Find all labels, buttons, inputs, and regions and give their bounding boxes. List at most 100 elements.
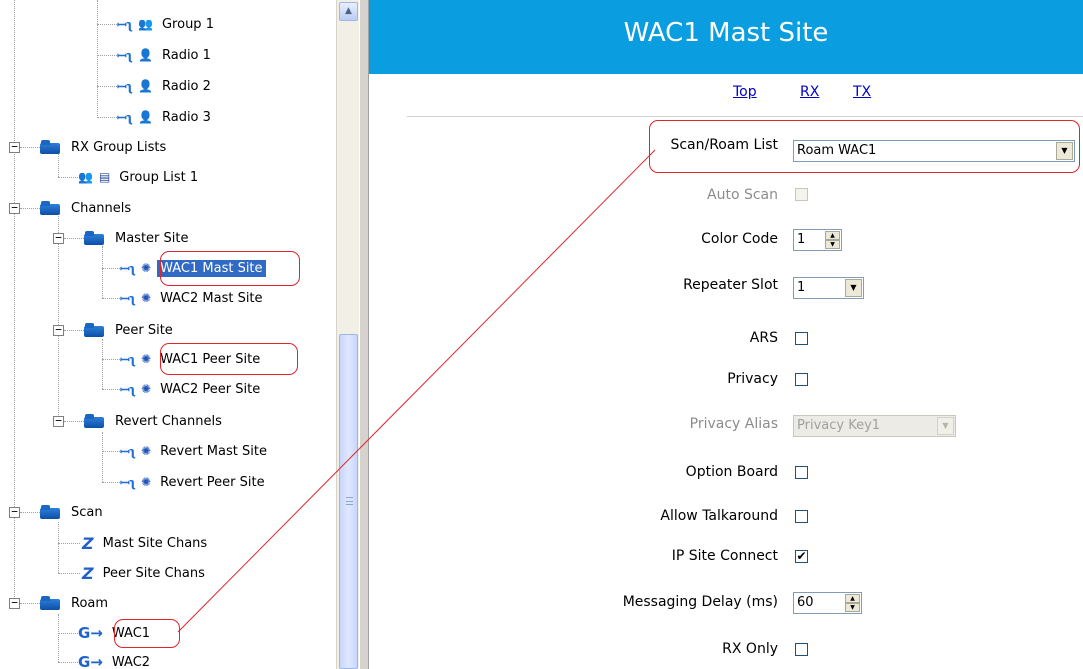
person-icon: 👤 xyxy=(138,48,153,62)
channel-icon: ✺ xyxy=(141,475,152,489)
rx-only-checkbox[interactable] xyxy=(795,643,808,656)
expander-roam[interactable]: − xyxy=(9,597,20,609)
channel-tree[interactable]: − − − − − − − ꟷʅ 👥 Group 1 ꟷʅ 👤 Radio 1 … xyxy=(0,0,336,669)
tree-item-wac2-mast-site[interactable]: ꟷʅ ✺ WAC2 Mast Site xyxy=(120,288,266,308)
folder-icon xyxy=(84,414,104,428)
tree-item-radio-3[interactable]: ꟷʅ 👤 Radio 3 xyxy=(117,107,214,127)
tree-item-roam[interactable]: Roam xyxy=(40,593,111,613)
tree-guide-line xyxy=(64,421,84,422)
chevron-down-icon[interactable]: ▼ xyxy=(937,417,954,435)
expander-scan[interactable]: − xyxy=(9,506,20,518)
repeater-slot-label: Repeater Slot xyxy=(683,277,778,293)
channel-properties-pane: WAC1 Mast Site Top RX TX Scan/Roam List … xyxy=(369,0,1083,669)
tree-item-label: Radio 3 xyxy=(161,109,211,125)
option-board-checkbox[interactable] xyxy=(795,466,808,479)
privacy-alias-select[interactable]: Privacy Key1 ▼ xyxy=(793,415,956,437)
tree-item-radio-2[interactable]: ꟷʅ 👤 Radio 2 xyxy=(117,76,214,96)
tree-scrollbar[interactable]: ▲ xyxy=(336,0,359,669)
chevron-down-icon[interactable]: ▼ xyxy=(845,279,862,297)
expander-channels[interactable]: − xyxy=(9,202,20,214)
tree-item-label: Mast Site Chans xyxy=(102,535,208,551)
signal-icon: ꟷʅ xyxy=(120,352,136,367)
signal-icon: ꟷʅ xyxy=(120,291,136,306)
channel-icon: ✺ xyxy=(141,261,152,275)
spin-up-icon[interactable]: ▲ xyxy=(825,231,840,240)
repeater-slot-select[interactable]: 1 ▼ xyxy=(793,277,864,299)
tree-item-revert-channels[interactable]: Revert Channels xyxy=(84,411,225,431)
ip-site-connect-label: IP Site Connect xyxy=(671,548,778,564)
tree-item-master-site[interactable]: Master Site xyxy=(84,228,192,248)
tree-guide-line xyxy=(102,389,120,390)
spin-up-icon[interactable]: ▲ xyxy=(845,594,860,603)
title-bar: WAC1 Mast Site xyxy=(369,0,1083,74)
selected-value: Privacy Key1 xyxy=(797,418,881,433)
messaging-delay-spinner[interactable]: 60 ▲ ▼ xyxy=(793,592,862,614)
tree-item-group-1[interactable]: ꟷʅ 👥 Group 1 xyxy=(117,14,217,34)
tree-item-label: Channels xyxy=(71,200,132,216)
tree-guide-line xyxy=(58,573,80,574)
tree-item-radio-1[interactable]: ꟷʅ 👤 Radio 1 xyxy=(117,45,214,65)
signal-icon: ꟷʅ xyxy=(117,110,133,125)
tree-item-peer-site-chans[interactable]: Z Peer Site Chans xyxy=(82,563,208,583)
color-code-label: Color Code xyxy=(701,231,778,247)
folder-icon xyxy=(40,201,60,215)
pane-splitter[interactable] xyxy=(359,0,369,669)
signal-icon: ꟷʅ xyxy=(117,17,133,32)
tree-guide-line xyxy=(20,147,40,148)
signal-icon: ꟷʅ xyxy=(120,444,136,459)
roam-list-icon: G→ xyxy=(78,624,103,642)
privacy-checkbox[interactable] xyxy=(795,373,808,386)
messaging-delay-label: Messaging Delay (ms) xyxy=(622,594,778,610)
scroll-up-button[interactable]: ▲ xyxy=(339,2,358,21)
page-title: WAC1 Mast Site xyxy=(623,18,829,48)
expander-revert-channels[interactable]: − xyxy=(53,415,64,427)
tree-item-label: WAC2 Mast Site xyxy=(160,290,263,306)
tree-item-label: Roam xyxy=(71,595,109,611)
expander-rx-group-lists[interactable]: − xyxy=(9,141,20,153)
scan-list-icon: Z xyxy=(82,563,94,583)
folder-icon xyxy=(40,140,60,154)
section-nav: Top RX TX xyxy=(369,78,1083,102)
tree-item-label: Peer Site Chans xyxy=(102,565,205,581)
annotation-highlight-wac1-mast xyxy=(160,251,300,286)
person-icon: 👤 xyxy=(138,79,153,93)
list-icon: ▤ xyxy=(98,170,111,184)
tree-item-scan[interactable]: Scan xyxy=(40,502,106,522)
allow-talkaround-checkbox[interactable] xyxy=(795,510,808,523)
tree-item-revert-peer-site[interactable]: ꟷʅ ✺ Revert Peer Site xyxy=(120,472,268,492)
tree-item-peer-site[interactable]: Peer Site xyxy=(84,320,176,340)
nav-link-tx[interactable]: TX xyxy=(853,84,871,100)
tree-guide-line xyxy=(58,543,80,544)
tree-item-label: Revert Peer Site xyxy=(160,474,265,490)
nav-link-top[interactable]: Top xyxy=(733,84,757,100)
scroll-thumb[interactable] xyxy=(339,334,358,669)
nav-link-rx[interactable]: RX xyxy=(800,84,819,100)
tree-item-group-list-1[interactable]: 👥 ▤ Group List 1 xyxy=(78,167,201,187)
tree-guide-line xyxy=(97,117,117,118)
tree-item-roam-wac2[interactable]: G→ WAC2 xyxy=(78,652,153,669)
tree-item-channels[interactable]: Channels xyxy=(40,198,134,218)
tree-guide-line xyxy=(64,330,84,331)
tree-guide-line xyxy=(102,339,103,389)
folder-icon xyxy=(84,231,104,245)
tree-item-revert-mast-site[interactable]: ꟷʅ ✺ Revert Mast Site xyxy=(120,441,270,461)
folder-icon xyxy=(84,323,104,337)
ip-site-connect-checkbox[interactable]: ✔ xyxy=(795,550,808,563)
tree-guide-line xyxy=(20,603,40,604)
spin-down-icon[interactable]: ▼ xyxy=(845,603,860,612)
tree-item-mast-site-chans[interactable]: Z Mast Site Chans xyxy=(82,533,210,553)
tree-item-label: RX Group Lists xyxy=(71,139,167,155)
tree-item-wac2-peer-site[interactable]: ꟷʅ ✺ WAC2 Peer Site xyxy=(120,379,263,399)
ars-checkbox[interactable] xyxy=(795,332,808,345)
tree-guide-line xyxy=(58,522,59,573)
spin-down-icon[interactable]: ▼ xyxy=(825,240,840,249)
tree-item-label: Radio 2 xyxy=(161,78,211,94)
color-code-spinner[interactable]: 1 ▲ ▼ xyxy=(793,229,842,251)
tree-item-rx-group-lists[interactable]: RX Group Lists xyxy=(40,137,169,157)
tree-guide-line xyxy=(102,432,103,482)
expander-master-site[interactable]: − xyxy=(53,232,64,244)
tree-item-label: Revert Mast Site xyxy=(160,443,267,459)
auto-scan-checkbox[interactable] xyxy=(795,188,808,201)
tree-guide-line xyxy=(58,614,59,662)
expander-peer-site[interactable]: − xyxy=(53,324,64,336)
